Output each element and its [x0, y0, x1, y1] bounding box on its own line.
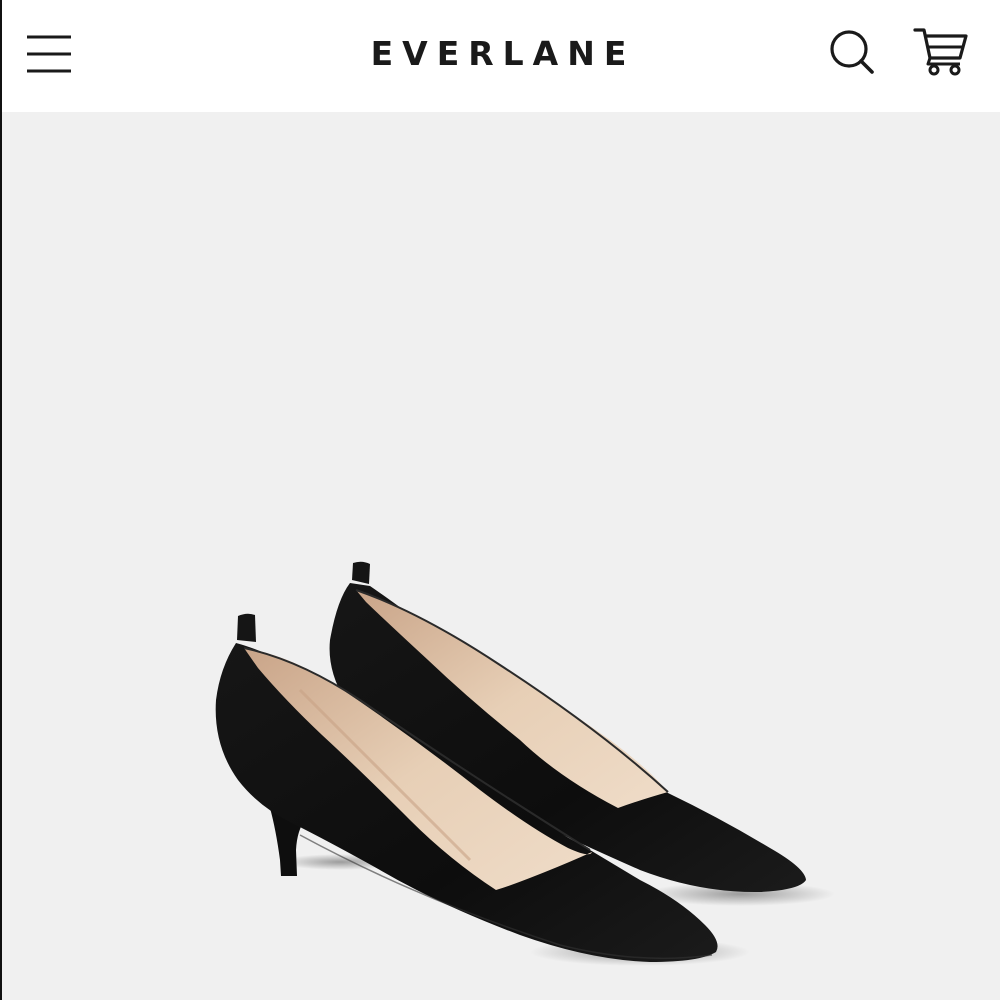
site-header: EVERLANE [0, 0, 1000, 112]
shopping-cart-icon [913, 28, 968, 76]
window-edge [0, 0, 2, 1000]
product-image[interactable] [0, 112, 1000, 1000]
product-page: EVERLANE [0, 0, 1000, 1000]
cart-button[interactable] [910, 22, 972, 80]
product-hero [0, 112, 1000, 1000]
search-button[interactable] [824, 24, 880, 80]
search-icon [830, 30, 874, 74]
